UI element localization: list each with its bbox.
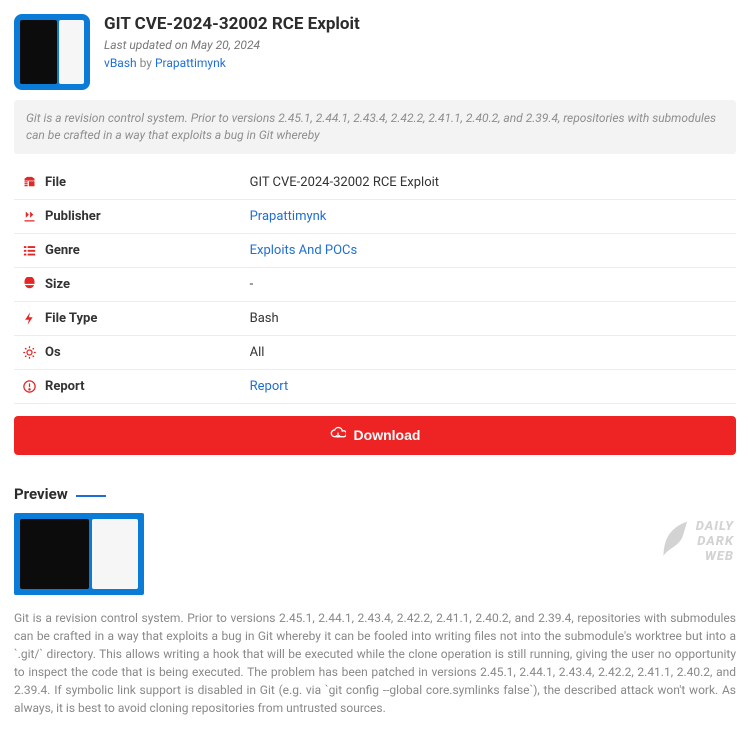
updated-prefix: Last updated on [104, 38, 191, 52]
last-updated: Last updated on May 20, 2024 [104, 38, 360, 52]
detail-label: Os [45, 345, 61, 360]
preview-section: Preview DAILYDARKWEB Git is a revision c… [14, 485, 736, 717]
detail-value: Bash [250, 311, 279, 326]
table-row: Os All [14, 335, 736, 369]
byline-by: by [137, 56, 155, 70]
detail-value-cell: GIT CVE-2024-32002 RCE Exploit [242, 166, 736, 200]
detail-value-cell: Bash [242, 301, 736, 335]
detail-label: Genre [45, 243, 80, 258]
preview-area: DAILYDARKWEB [14, 513, 736, 595]
table-row: Genre Exploits And POCs [14, 233, 736, 267]
detail-label: Report [45, 379, 84, 394]
file-icon [22, 175, 37, 190]
detail-label-cell: Publisher [14, 200, 119, 233]
detail-value-cell: Report [242, 369, 736, 403]
detail-label-cell: Report [14, 370, 119, 403]
header: GIT CVE-2024-32002 RCE Exploit Last upda… [14, 14, 736, 90]
updated-date: May 20, 2024 [191, 38, 260, 52]
detail-value: All [250, 345, 265, 360]
detail-value-link[interactable]: Exploits And POCs [250, 243, 358, 258]
heading-underline [76, 495, 106, 497]
table-row: Size - [14, 267, 736, 301]
byline: vBash by Prapattimynk [104, 56, 360, 70]
preview-heading-text: Preview [14, 485, 68, 503]
detail-value-cell: Prapattimynk [242, 199, 736, 233]
bolt-icon [22, 311, 37, 326]
detail-value-cell: Exploits And POCs [242, 233, 736, 267]
detail-label: File [45, 175, 66, 190]
detail-label: File Type [45, 311, 97, 326]
preview-thumbnail[interactable] [14, 513, 144, 595]
preview-description: Git is a revision control system. Prior … [14, 609, 736, 717]
type-link[interactable]: vBash [104, 56, 137, 70]
detail-value-link[interactable]: Prapattimynk [250, 209, 327, 224]
download-label: Download [354, 427, 421, 443]
author-link[interactable]: Prapattimynk [155, 56, 226, 70]
watermark: DAILYDARKWEB [624, 519, 734, 565]
detail-label-cell: File Type [14, 302, 119, 335]
summary-box: Git is a revision control system. Prior … [14, 100, 736, 154]
detail-label: Size [45, 277, 70, 292]
table-row: Publisher Prapattimynk [14, 199, 736, 233]
detail-label-cell: Genre [14, 234, 119, 267]
detail-value: GIT CVE-2024-32002 RCE Exploit [250, 175, 439, 190]
detail-value-link[interactable]: Report [250, 379, 289, 394]
size-icon [22, 277, 37, 292]
genre-list-icon [22, 243, 37, 258]
detail-label-cell: Os [14, 336, 119, 369]
detail-label: Publisher [45, 209, 101, 224]
page-title: GIT CVE-2024-32002 RCE Exploit [104, 14, 360, 34]
header-meta: GIT CVE-2024-32002 RCE Exploit Last upda… [104, 14, 360, 90]
download-cloud-icon [330, 426, 346, 445]
detail-label-cell: Size [14, 268, 119, 301]
report-info-icon [22, 379, 37, 394]
detail-label-cell: File [14, 166, 119, 199]
table-row: File Type Bash [14, 301, 736, 335]
wing-icon [658, 519, 690, 565]
table-row: File GIT CVE-2024-32002 RCE Exploit [14, 166, 736, 200]
detail-value-cell: - [242, 267, 736, 301]
publisher-icon [22, 209, 37, 224]
preview-heading: Preview [14, 485, 736, 503]
details-table: File GIT CVE-2024-32002 RCE Exploit Publis… [14, 166, 736, 404]
table-row: Report Report [14, 369, 736, 403]
header-thumbnail [14, 14, 90, 90]
os-gear-icon [22, 345, 37, 360]
watermark-text: DAILYDARKWEB [696, 519, 734, 564]
download-button[interactable]: Download [14, 416, 736, 455]
detail-value-cell: All [242, 335, 736, 369]
detail-value: - [250, 277, 254, 292]
